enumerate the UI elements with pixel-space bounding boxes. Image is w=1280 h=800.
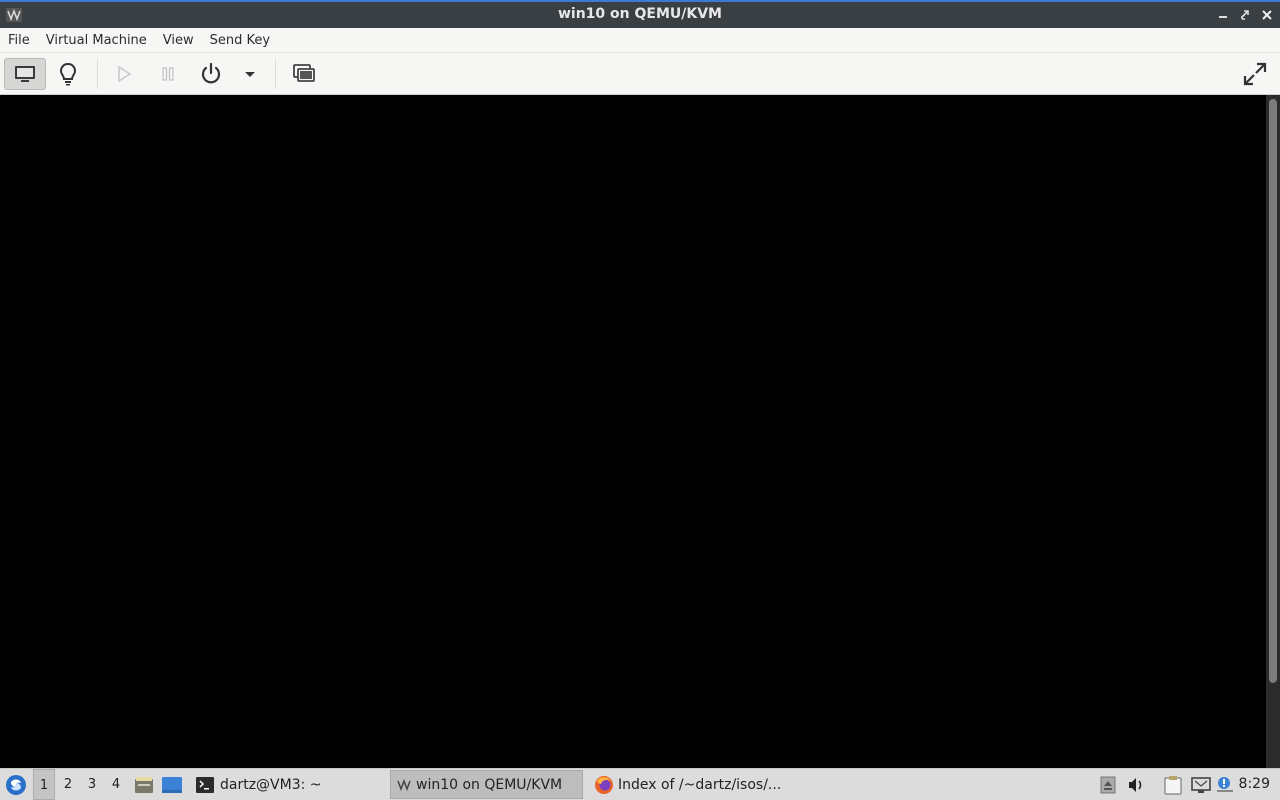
update-icon xyxy=(1100,776,1116,793)
menu-view[interactable]: View xyxy=(163,33,194,48)
minimize-icon xyxy=(1219,16,1227,18)
workspace-4[interactable]: 4 xyxy=(105,769,127,800)
task-label: dartz@VM3: ~ xyxy=(220,776,322,793)
file-manager-icon xyxy=(135,776,153,793)
minimize-button[interactable] xyxy=(1216,7,1230,23)
start-menu-icon xyxy=(6,774,26,795)
task-label: Index of /~dartz/isos/... xyxy=(618,776,782,793)
details-button[interactable] xyxy=(52,58,84,90)
toolbar-separator xyxy=(97,59,98,89)
task-firefox[interactable]: Index of /~dartz/isos/... xyxy=(588,770,788,799)
tray-updates[interactable] xyxy=(1098,769,1118,800)
pause-icon xyxy=(162,67,174,81)
snapshots-icon xyxy=(293,64,315,82)
task-label: win10 on QEMU/KVM xyxy=(416,776,563,793)
network-icon xyxy=(1191,776,1211,793)
fullscreen-icon xyxy=(1243,62,1267,86)
volume-icon xyxy=(1129,777,1142,792)
scrollbar-thumb[interactable] xyxy=(1269,99,1277,683)
tray-volume[interactable] xyxy=(1124,769,1148,800)
menu-file[interactable]: File xyxy=(8,33,30,48)
toolbar xyxy=(0,53,1280,95)
window-titlebar[interactable]: win10 on QEMU/KVM xyxy=(0,0,1280,28)
maximize-icon xyxy=(1241,10,1249,20)
close-icon xyxy=(1262,10,1272,20)
play-icon xyxy=(118,65,132,83)
task-virt-manager[interactable]: win10 on QEMU/KVM xyxy=(390,770,583,799)
chevron-down-icon xyxy=(245,72,255,77)
lightbulb-icon xyxy=(59,62,77,86)
shutdown-menu-button[interactable] xyxy=(238,58,262,90)
menu-bar: File Virtual Machine View Send Key xyxy=(0,28,1280,53)
shutdown-button[interactable] xyxy=(195,58,227,90)
power-icon xyxy=(201,62,221,84)
start-menu-button[interactable] xyxy=(4,769,28,800)
toolbar-separator xyxy=(275,59,276,89)
console-button[interactable] xyxy=(4,58,46,90)
workspace-2[interactable]: 2 xyxy=(57,769,79,800)
fullscreen-button[interactable] xyxy=(1238,58,1272,90)
clipboard-icon xyxy=(1164,775,1182,794)
vm-display[interactable] xyxy=(0,95,1266,768)
desktop-icon xyxy=(162,776,182,793)
pause-button[interactable] xyxy=(154,58,182,90)
vertical-scrollbar[interactable] xyxy=(1266,95,1280,768)
workspace-1[interactable]: 1 xyxy=(33,769,55,800)
clock[interactable]: 8:29 xyxy=(1239,769,1270,800)
workspace-3[interactable]: 3 xyxy=(81,769,103,800)
tray-notifications[interactable] xyxy=(1214,769,1236,800)
file-manager-launcher[interactable] xyxy=(132,769,156,800)
tray-network[interactable] xyxy=(1189,769,1213,800)
monitor-icon xyxy=(15,66,35,82)
menu-send-key[interactable]: Send Key xyxy=(210,33,270,48)
menu-virtual-machine[interactable]: Virtual Machine xyxy=(46,33,147,48)
run-button[interactable] xyxy=(110,58,138,90)
snapshots-button[interactable] xyxy=(288,58,320,90)
window-title: win10 on QEMU/KVM xyxy=(557,6,722,22)
virt-manager-icon xyxy=(397,778,411,791)
desktop-launcher[interactable] xyxy=(160,769,184,800)
firefox-icon xyxy=(595,775,613,794)
tray-clipboard[interactable] xyxy=(1161,769,1185,800)
maximize-button[interactable] xyxy=(1238,7,1252,23)
close-button[interactable] xyxy=(1260,7,1274,23)
task-terminal[interactable]: dartz@VM3: ~ xyxy=(190,770,380,799)
notification-icon xyxy=(1217,776,1233,792)
taskbar: 1 2 3 4 dartz@VM3: ~ win10 on QEMU/KVM I… xyxy=(0,768,1280,800)
terminal-icon xyxy=(196,776,214,793)
